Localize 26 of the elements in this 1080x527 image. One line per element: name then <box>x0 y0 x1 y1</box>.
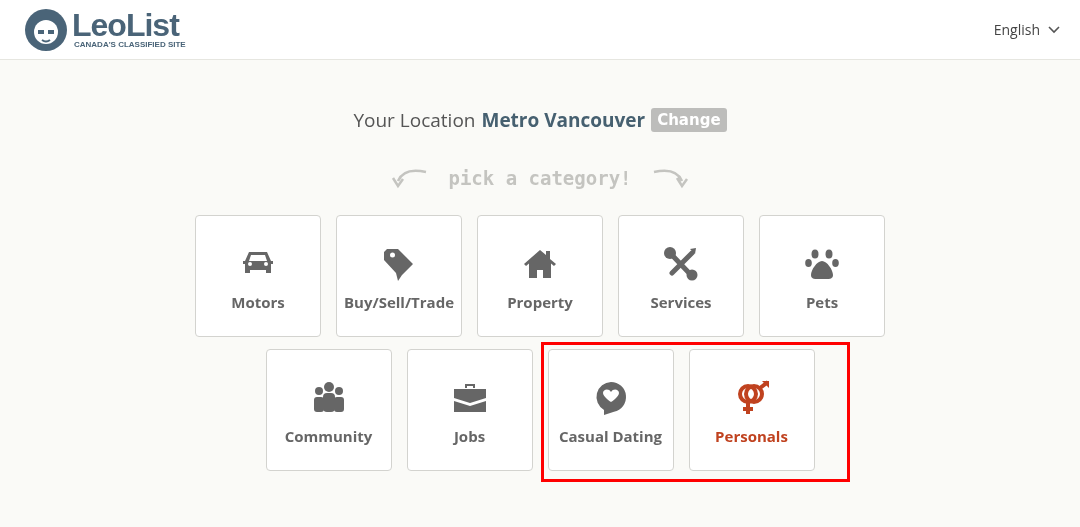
category-tile[interactable]: Casual Dating <box>547 349 674 471</box>
category-tile[interactable]: Motors <box>195 215 321 337</box>
chevron-down-icon <box>1048 25 1060 34</box>
category-label: Personals <box>715 426 788 446</box>
location-label: Your Location <box>353 107 476 133</box>
category-label: Community <box>284 426 373 446</box>
category-label: Buy/Sell/Trade <box>343 292 455 312</box>
category-label: Casual Dating <box>558 426 663 446</box>
category-tile[interactable]: Jobs <box>406 349 533 471</box>
category-label: Property <box>507 292 573 312</box>
logo-tagline: CANADA'S CLASSIFIED SITE <box>74 39 186 50</box>
category-label: Motors <box>231 292 285 312</box>
category-label: Pets <box>805 292 839 312</box>
location-value: Metro Vancouver <box>481 107 646 133</box>
lion-logo-icon <box>24 7 68 52</box>
category-tile[interactable]: Property <box>477 215 603 337</box>
category-tile[interactable]: Pets <box>759 215 885 337</box>
category-tile[interactable]: Community <box>265 349 392 471</box>
category-label: Jobs <box>453 426 486 446</box>
category-tile[interactable]: Personals <box>688 349 815 471</box>
category-tile[interactable]: Buy/Sell/Trade <box>336 215 462 337</box>
logo-name[interactable]: LeoList <box>72 9 186 40</box>
wrench-screwdriver-icon <box>663 246 699 282</box>
language-selector[interactable]: English <box>993 20 1060 39</box>
category-tile[interactable]: Services <box>618 215 744 337</box>
category-label: Services <box>650 292 712 312</box>
